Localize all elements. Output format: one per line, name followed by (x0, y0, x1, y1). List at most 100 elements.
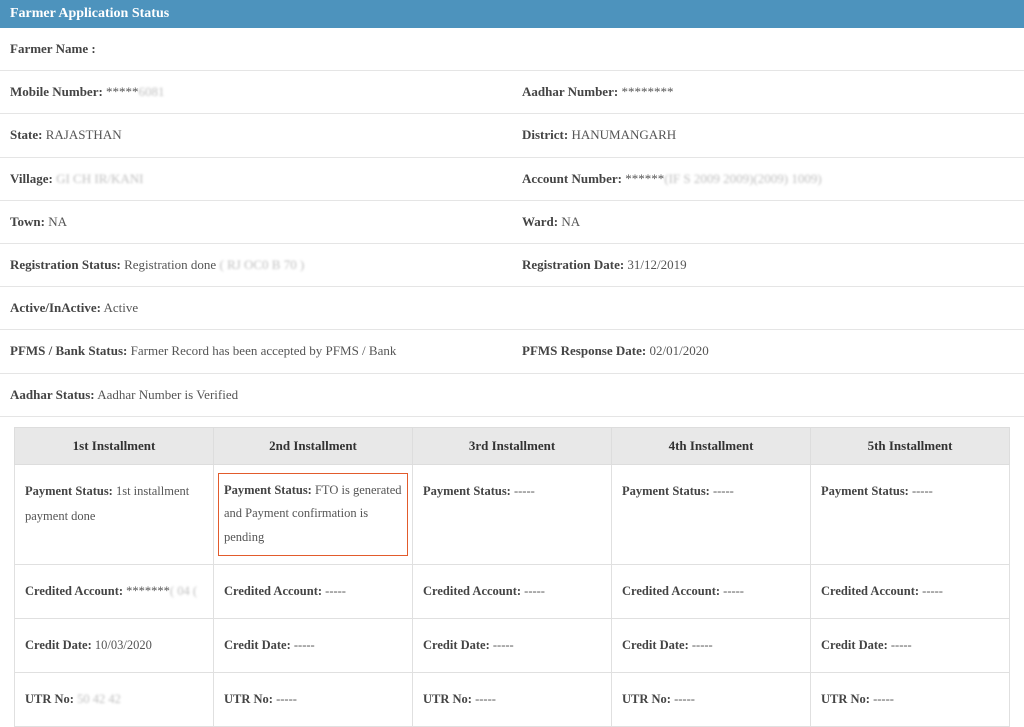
cell: Credit Date: ----- (413, 618, 612, 672)
active-label: Active/InActive: (10, 300, 101, 315)
cell-masked: ( 04 ( (170, 584, 197, 598)
regdate-row: Registration Date: 31/12/2019 (512, 244, 1024, 287)
regdate-value: 31/12/2019 (627, 257, 686, 272)
cell: Credit Date: ----- (811, 618, 1010, 672)
aadharstatus-label: Aadhar Status: (10, 387, 95, 402)
regstatus-value: Registration done (124, 257, 219, 272)
cell: Credited Account: ----- (214, 564, 413, 618)
aadhar-label: Aadhar Number: (522, 84, 618, 99)
district-label: District: (522, 127, 568, 142)
regdate-label: Registration Date: (522, 257, 624, 272)
page-title: Farmer Application Status (10, 6, 169, 21)
installments-wrap: 1st Installment 2nd Installment 3rd Inst… (0, 417, 1024, 727)
ward-value: NA (561, 214, 580, 229)
cell-value: ----- (888, 638, 912, 652)
cell: UTR No: ----- (413, 672, 612, 726)
row-credited-account: Credited Account: *******( 04 ( Credited… (15, 564, 1010, 618)
col-1st: 1st Installment (15, 427, 214, 464)
state-value: RAJASTHAN (46, 127, 122, 142)
highlight-box: Payment Status: FTO is generated and Pay… (218, 473, 408, 556)
payment-status-label: Payment Status: (25, 484, 113, 498)
state-label: State: (10, 127, 43, 142)
account-masked: (IF S 2009 2009)(2009) 1009) (664, 171, 821, 186)
credit-date-label: Credit Date: (25, 638, 92, 652)
account-row: Account Number: ******(IF S 2009 2009)(2… (512, 158, 1024, 201)
ward-label: Ward: (522, 214, 558, 229)
pfms-label: PFMS / Bank Status: (10, 343, 127, 358)
row-payment-status: Payment Status: 1st installment payment … (15, 464, 1010, 564)
cell-value: ----- (511, 484, 535, 498)
col-4th: 4th Installment (612, 427, 811, 464)
row-credit-date: Credit Date: 10/03/2020 Credit Date: ---… (15, 618, 1010, 672)
cell: UTR No: ----- (811, 672, 1010, 726)
payment-status-label: Payment Status: (821, 484, 909, 498)
regstatus-label: Registration Status: (10, 257, 121, 272)
active-row: Active/InActive: Active (0, 287, 1024, 330)
mobile-masked: 6081 (139, 84, 165, 99)
installments-header-row: 1st Installment 2nd Installment 3rd Inst… (15, 427, 1010, 464)
village-label: Village: (10, 171, 53, 186)
regstatus-masked: ( RJ OC0 B 70 ) (219, 257, 304, 272)
aadharstatus-value: Aadhar Number is Verified (97, 387, 238, 402)
cell-value: ----- (291, 638, 315, 652)
cell: Payment Status: ----- (612, 464, 811, 564)
district-value: HANUMANGARH (571, 127, 676, 142)
installments-table: 1st Installment 2nd Installment 3rd Inst… (14, 427, 1010, 727)
cell: Credited Account: ----- (811, 564, 1010, 618)
cell: Payment Status: 1st installment payment … (15, 464, 214, 564)
village-row: Village: GI CH IR/KANI (0, 158, 512, 201)
active-value: Active (104, 300, 139, 315)
row-utr-no: UTR No: 50 42 42 UTR No: ----- UTR No: -… (15, 672, 1010, 726)
cell: Credit Date: 10/03/2020 (15, 618, 214, 672)
pfmsdate-row: PFMS Response Date: 02/01/2020 (512, 330, 1024, 373)
credit-date-label: Credit Date: (821, 638, 888, 652)
cell: Credited Account: *******( 04 ( (15, 564, 214, 618)
aadhar-row: Aadhar Number: ******** (512, 71, 1024, 114)
aadhar-value: ******** (621, 84, 673, 99)
farmer-name-label: Farmer Name : (10, 41, 96, 56)
town-label: Town: (10, 214, 45, 229)
cell: Payment Status: ----- (811, 464, 1010, 564)
cell-value: 10/03/2020 (92, 638, 152, 652)
pfmsdate-value: 02/01/2020 (649, 343, 708, 358)
cell-highlighted: Payment Status: FTO is generated and Pay… (214, 464, 413, 564)
credit-date-label: Credit Date: (224, 638, 291, 652)
village-value: GI CH IR/KANI (56, 171, 143, 186)
cell: Payment Status: ----- (413, 464, 612, 564)
farmer-name-row: Farmer Name : (0, 28, 1024, 71)
ward-row: Ward: NA (512, 201, 1024, 244)
credited-account-label: Credited Account: (25, 584, 123, 598)
cell-value: ----- (689, 638, 713, 652)
pfms-value: Farmer Record has been accepted by PFMS … (131, 343, 397, 358)
col-2nd: 2nd Installment (214, 427, 413, 464)
cell-value: ----- (919, 584, 943, 598)
cell: UTR No: ----- (612, 672, 811, 726)
cell: Credited Account: ----- (413, 564, 612, 618)
credited-account-label: Credited Account: (622, 584, 720, 598)
cell: UTR No: 50 42 42 (15, 672, 214, 726)
col-3rd: 3rd Installment (413, 427, 612, 464)
cell: Credit Date: ----- (612, 618, 811, 672)
mobile-label: Mobile Number: (10, 84, 103, 99)
payment-status-label: Payment Status: (423, 484, 511, 498)
town-value: NA (48, 214, 67, 229)
mobile-value: ***** (106, 84, 139, 99)
regstatus-row: Registration Status: Registration done (… (0, 244, 512, 287)
credited-account-label: Credited Account: (423, 584, 521, 598)
cell-value: ******* (123, 584, 170, 598)
pfmsdate-label: PFMS Response Date: (522, 343, 646, 358)
col-5th: 5th Installment (811, 427, 1010, 464)
credit-date-label: Credit Date: (622, 638, 689, 652)
cell: Credit Date: ----- (214, 618, 413, 672)
page-header: Farmer Application Status (0, 0, 1024, 28)
town-row: Town: NA (0, 201, 512, 244)
cell: Credited Account: ----- (612, 564, 811, 618)
payment-status-label: Payment Status: (224, 483, 312, 497)
cell-value: ----- (521, 584, 545, 598)
cell-value: ----- (322, 584, 346, 598)
credited-account-label: Credited Account: (821, 584, 919, 598)
cell-value: ----- (490, 638, 514, 652)
payment-status-label: Payment Status: (622, 484, 710, 498)
pfms-row: PFMS / Bank Status: Farmer Record has be… (0, 330, 512, 373)
account-label: Account Number: (522, 171, 622, 186)
